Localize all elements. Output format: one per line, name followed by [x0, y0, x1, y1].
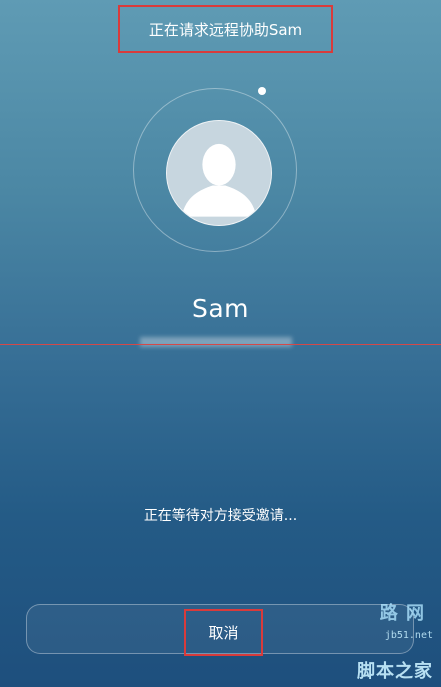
contact-name: Sam: [191, 294, 250, 323]
waiting-status: 正在等待对方接受邀请...: [143, 508, 298, 524]
request-title-text: 正在请求远程协助Sam: [148, 20, 303, 39]
cancel-button-label: 取消: [208, 624, 239, 642]
person-silhouette-icon: [167, 121, 271, 225]
watermark-bottom: 脚本之家: [357, 661, 433, 682]
site-watermark: 路 网 jb51.net 脚本之家: [320, 599, 435, 683]
watermark-mid: jb51.net: [384, 630, 433, 641]
cancel-button-label-box[interactable]: 取消: [184, 609, 263, 656]
redacted-id: [140, 337, 292, 347]
avatar: [166, 120, 272, 226]
ring-progress-dot: [258, 87, 266, 95]
divider-line: [0, 344, 441, 345]
watermark-top: 路 网: [379, 603, 425, 624]
request-title: 正在请求远程协助Sam: [118, 5, 333, 53]
